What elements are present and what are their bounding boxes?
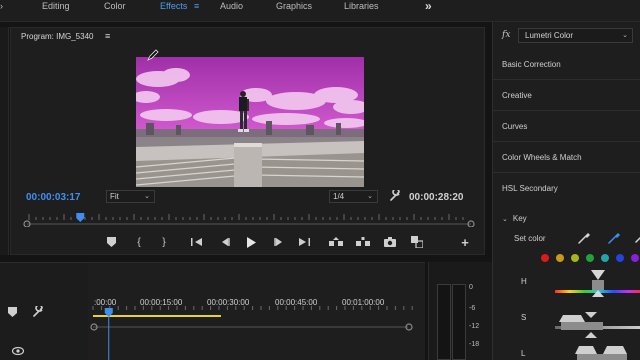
color-swatch[interactable]: [616, 254, 624, 262]
saturation-range-handle[interactable]: [555, 312, 640, 342]
color-swatch[interactable]: [601, 254, 609, 262]
chevron-down-icon: ⌄: [367, 193, 373, 200]
key-label: Key: [512, 214, 527, 223]
go-to-out-icon[interactable]: [296, 234, 312, 250]
export-frame-icon[interactable]: [382, 234, 398, 250]
chevron-down-icon: ⌄: [502, 216, 508, 223]
hamburger-menu-icon[interactable]: ≡: [194, 1, 199, 11]
monitor-time-ruler[interactable]: [23, 211, 475, 227]
extract-icon[interactable]: [355, 234, 371, 250]
panel-menu-icon[interactable]: ≡: [105, 31, 110, 41]
hue-range-handle[interactable]: [583, 270, 613, 300]
timeline-ruler[interactable]: :00:00 00:00:15:00 00:00:30:00 00:00:45:…: [88, 293, 425, 360]
eyedropper-icon[interactable]: [577, 231, 591, 245]
mark-in-icon[interactable]: {: [131, 234, 147, 250]
lumetri-color-panel: fx Lumetri Color ⌄ Basic Correction Crea…: [492, 22, 640, 360]
transport-controls: { } +: [11, 234, 486, 254]
effect-select-value: Lumetri Color: [525, 31, 574, 40]
work-area-bar: [93, 315, 221, 317]
color-swatch[interactable]: [571, 254, 579, 262]
color-swatch[interactable]: [556, 254, 564, 262]
eye-icon[interactable]: [12, 347, 24, 355]
meter-channel-left: [437, 284, 451, 360]
hsl-label-h: H: [521, 277, 527, 286]
wrench-icon[interactable]: [389, 190, 401, 202]
eyedropper-add-icon[interactable]: [607, 231, 621, 245]
tab-effects[interactable]: Effects: [160, 1, 187, 11]
program-monitor: Program: IMG_5340 ≡ 00:00:03:17 Fit ⌄ 1/…: [10, 27, 485, 255]
play-icon[interactable]: [243, 234, 259, 250]
add-marker-icon[interactable]: [8, 307, 17, 317]
hsl-label-s: S: [521, 313, 527, 322]
tab-audio[interactable]: Audio: [220, 1, 243, 11]
eyedropper-remove-icon[interactable]: [633, 231, 640, 245]
meter-channel-right: [452, 284, 466, 360]
step-forward-icon[interactable]: [271, 234, 287, 250]
hsl-label-l: L: [521, 349, 526, 358]
mark-out-icon[interactable]: }: [156, 234, 172, 250]
audio-meters: 0 -6 -12 -18: [428, 262, 492, 360]
section-curves[interactable]: Curves: [493, 111, 640, 142]
db-label: 0: [469, 284, 473, 291]
video-frame[interactable]: [136, 57, 364, 187]
tab-libraries[interactable]: Libraries: [344, 1, 379, 11]
video-frame-image: [136, 57, 364, 187]
tab-editing[interactable]: Editing: [42, 1, 70, 11]
db-label: -6: [469, 305, 476, 312]
db-label: -18: [469, 341, 480, 348]
current-timecode[interactable]: 00:00:03:17: [26, 192, 80, 203]
chevron-right-icon[interactable]: ›: [0, 1, 3, 11]
duration-timecode: 00:00:28:20: [409, 192, 464, 203]
color-swatch[interactable]: [586, 254, 594, 262]
monitor-title: Program: IMG_5340: [21, 32, 94, 41]
track-headers: [0, 263, 88, 360]
color-swatch[interactable]: [631, 254, 639, 262]
section-color-wheels[interactable]: Color Wheels & Match: [493, 142, 640, 173]
pen-cursor-icon: [147, 49, 159, 61]
effect-select[interactable]: Lumetri Color ⌄: [518, 28, 633, 43]
luminance-range-handle[interactable]: [573, 344, 633, 360]
section-basic-correction[interactable]: Basic Correction: [493, 49, 640, 80]
comparison-view-icon[interactable]: [409, 234, 425, 250]
timeline-panel: :00:00 00:00:15:00 00:00:30:00 00:00:45:…: [0, 262, 425, 360]
fx-icon: fx: [502, 30, 511, 40]
resolution-select[interactable]: 1/4 ⌄: [329, 190, 378, 203]
zoom-select[interactable]: Fit ⌄: [106, 190, 155, 203]
set-color-label: Set color: [514, 234, 546, 243]
resolution-select-value: 1/4: [333, 192, 345, 201]
add-marker-icon[interactable]: [103, 234, 119, 250]
add-button-icon[interactable]: +: [457, 234, 473, 250]
chevron-down-icon: ⌄: [622, 32, 628, 39]
left-panel-strip: [0, 27, 9, 255]
wrench-icon[interactable]: [32, 306, 44, 318]
tab-color[interactable]: Color: [104, 1, 126, 11]
monitor-playhead: [76, 213, 85, 222]
db-label: -12: [469, 323, 480, 330]
workspace-bar: › Editing Color Effects ≡ Audio Graphics…: [0, 0, 640, 22]
color-swatch[interactable]: [541, 254, 549, 262]
section-creative[interactable]: Creative: [493, 80, 640, 111]
go-to-in-icon[interactable]: [189, 234, 205, 250]
step-back-icon[interactable]: [217, 234, 233, 250]
timeline-ruler-graphics: [90, 306, 413, 360]
lift-icon[interactable]: [328, 234, 344, 250]
tab-graphics[interactable]: Graphics: [276, 1, 312, 11]
chevron-down-icon: ⌄: [144, 193, 150, 200]
double-chevron-right-icon[interactable]: »: [425, 0, 432, 13]
key-subsection[interactable]: ⌄ Key: [502, 214, 527, 223]
section-hsl-secondary[interactable]: HSL Secondary: [493, 173, 640, 204]
zoom-select-value: Fit: [110, 192, 119, 201]
